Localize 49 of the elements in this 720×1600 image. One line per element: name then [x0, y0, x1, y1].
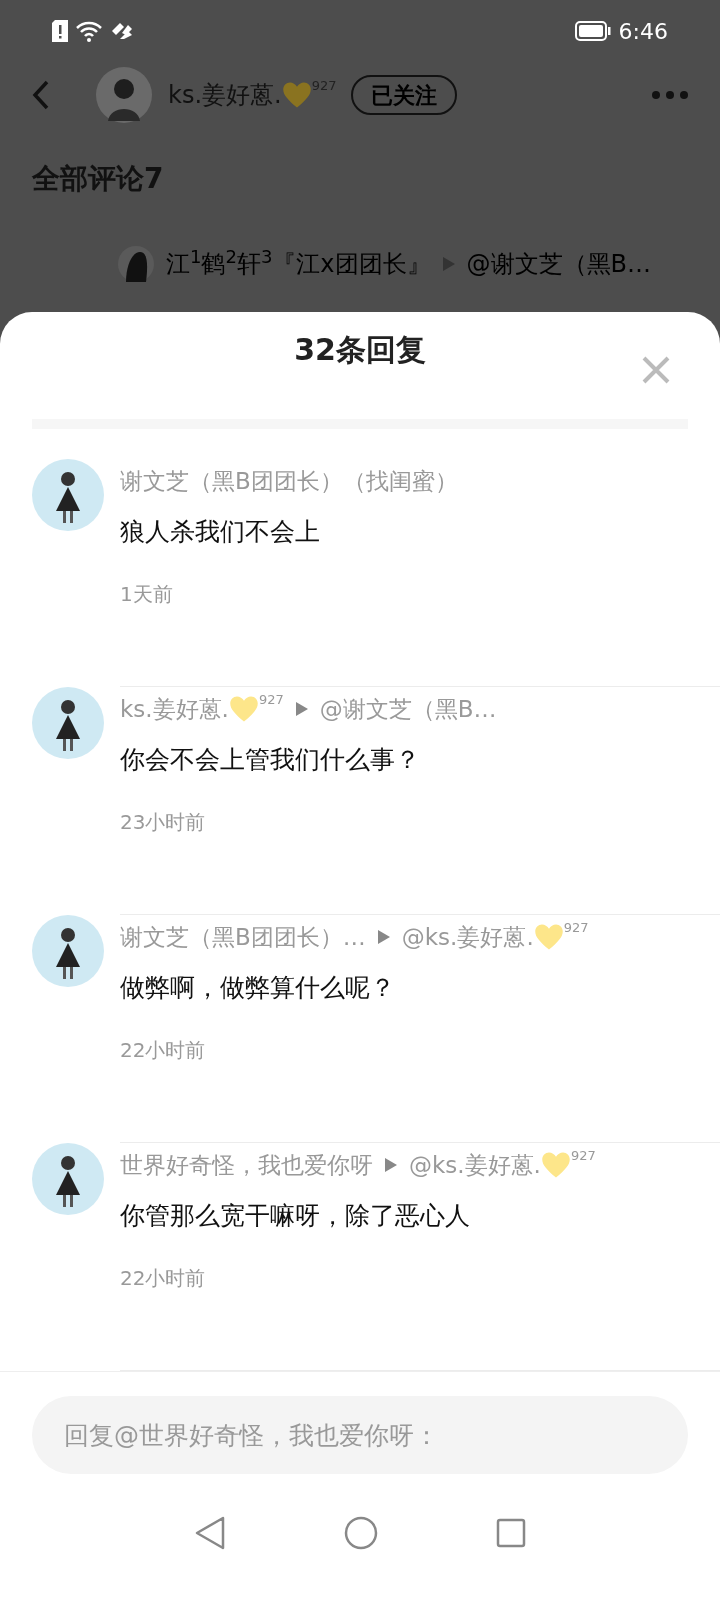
- comment-text: 你管那么宽干嘛呀，除了恶心人: [120, 1200, 470, 1232]
- battery-icon: [574, 21, 611, 41]
- comment-text: 狼人杀我们不会上: [120, 516, 320, 548]
- comment-author: 谢文芝（黑B团团长）…: [120, 922, 366, 952]
- comment-text: 你会不会上管我们什么事？: [120, 744, 420, 776]
- heart-icon: [281, 81, 312, 109]
- comment-time: 1天前: [120, 580, 173, 608]
- hotspot-icon: [110, 21, 134, 41]
- home-nav-button[interactable]: [344, 1516, 378, 1550]
- heart-icon: [540, 1151, 571, 1179]
- recents-nav-button[interactable]: [496, 1518, 526, 1548]
- avatar: [32, 459, 104, 531]
- play-arrow-icon: [295, 702, 308, 716]
- reply-input-field[interactable]: 回复@世界好奇怪，我也爱你呀：: [32, 1396, 688, 1474]
- comment-time: 22小时前: [120, 1036, 206, 1064]
- avatar: [118, 246, 154, 282]
- play-arrow-icon: [385, 1158, 397, 1172]
- back-nav-button[interactable]: [194, 1515, 226, 1551]
- close-icon: [641, 355, 671, 385]
- reply-target: @ks.姜好蒽.: [401, 922, 534, 952]
- play-arrow-icon: [442, 257, 455, 271]
- clock-time: 6:46: [618, 17, 668, 46]
- sheet-title: 32条回复: [294, 330, 426, 369]
- back-icon: [32, 80, 50, 110]
- comment-author: ks.姜好蒽.: [120, 694, 229, 724]
- heart-icon: [533, 923, 564, 951]
- avatar: [96, 67, 152, 123]
- comment-time: 23小时前: [120, 808, 206, 836]
- reply-target: @ks.姜好蒽.: [409, 1150, 541, 1180]
- avatar: [32, 1143, 104, 1215]
- sim-alert-icon: [52, 20, 68, 42]
- play-arrow-icon: [377, 930, 390, 944]
- reply-target: @谢文芝（黑B…: [319, 694, 497, 724]
- comment-author: 世界好奇怪，我也爱你呀: [120, 1150, 373, 1180]
- following-button[interactable]: 已关注: [350, 75, 457, 115]
- section-title: 全部评论7: [31, 161, 164, 197]
- username: ks.姜好蒽.: [168, 80, 282, 111]
- avatar: [32, 687, 104, 759]
- level-number: 927: [570, 1149, 596, 1162]
- comment-text: 做弊啊，做弊算什么呢？: [120, 972, 395, 1004]
- comment-author: 江$^{1}$鹤$^{2}$轩$^{3}$『江x团团长』: [166, 246, 431, 280]
- level-number: 927: [563, 921, 589, 934]
- wifi-icon: [76, 20, 102, 42]
- heart-icon: [228, 695, 259, 723]
- avatar: [32, 915, 104, 987]
- comment-time: 22小时前: [120, 1264, 206, 1292]
- reply-target: @谢文芝（黑B…: [466, 249, 652, 280]
- comment-author: 谢文芝（黑B团团长）（找闺蜜）: [120, 466, 458, 496]
- level-number: 927: [258, 693, 284, 706]
